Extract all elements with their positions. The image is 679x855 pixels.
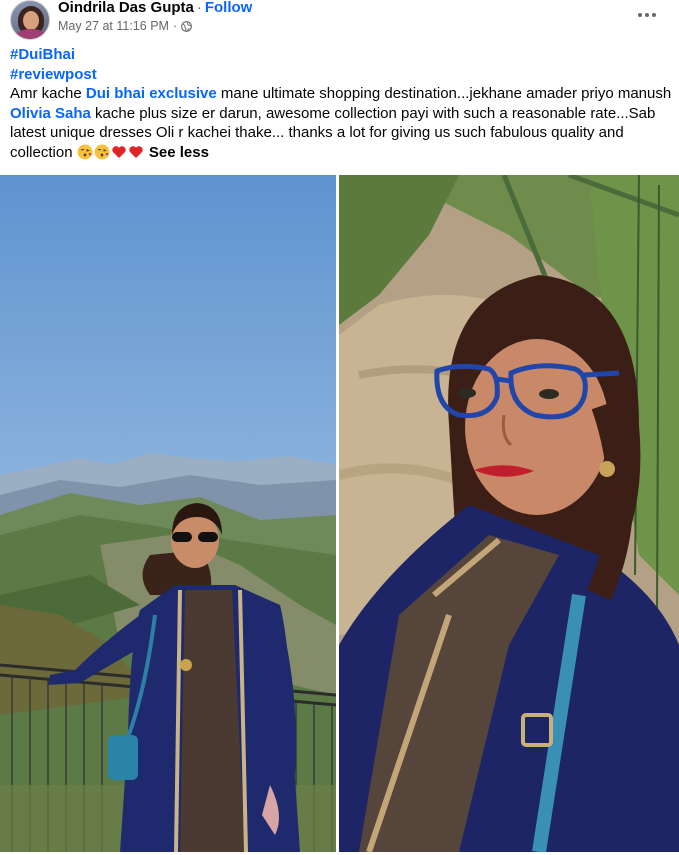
mention-olivia-saha[interactable]: Olivia Saha [10, 105, 91, 122]
see-less-button[interactable]: See less [149, 144, 209, 161]
post-text: #DuiBhai #reviewpost Amr kache Dui bhai … [10, 45, 674, 163]
author-name[interactable]: Oindrila Das Gupta [58, 0, 194, 16]
more-horizontal-icon[interactable] [635, 6, 659, 24]
mention-dui-bhai-exclusive[interactable]: Dui bhai exclusive [86, 85, 217, 102]
separator-dot: · [172, 19, 178, 33]
body-text: Amr kache [10, 85, 86, 103]
separator-dot: · [196, 0, 202, 16]
kissing-face-emoji [77, 144, 93, 160]
post-meta: May 27 at 11:16 PM · [58, 19, 192, 33]
post-header: Oindrila Das Gupta · Follow May 27 at 11:1… [0, 0, 679, 44]
red-heart-emoji [128, 144, 144, 160]
red-heart-emoji [111, 144, 127, 160]
hashtag-reviewpost[interactable]: #reviewpost [10, 66, 97, 83]
photo-mountain-view[interactable] [0, 175, 336, 852]
kissing-face-emoji [94, 144, 110, 160]
post-timestamp[interactable]: May 27 at 11:16 PM [58, 19, 169, 33]
hashtag-duibhai[interactable]: #DuiBhai [10, 46, 75, 63]
author-line: Oindrila Das Gupta · Follow [58, 0, 252, 16]
photo-selfie-trail[interactable] [339, 175, 679, 852]
post-body: Amr kache Dui bhai exclusive mane ultima… [10, 84, 674, 162]
body-text: mane ultimate shopping destination...jek… [216, 85, 672, 103]
author-avatar[interactable] [10, 0, 50, 40]
globe-icon[interactable] [181, 20, 192, 32]
facebook-post: Oindrila Das Gupta · Follow May 27 at 11:1… [0, 0, 679, 855]
follow-button[interactable]: Follow [205, 0, 253, 16]
